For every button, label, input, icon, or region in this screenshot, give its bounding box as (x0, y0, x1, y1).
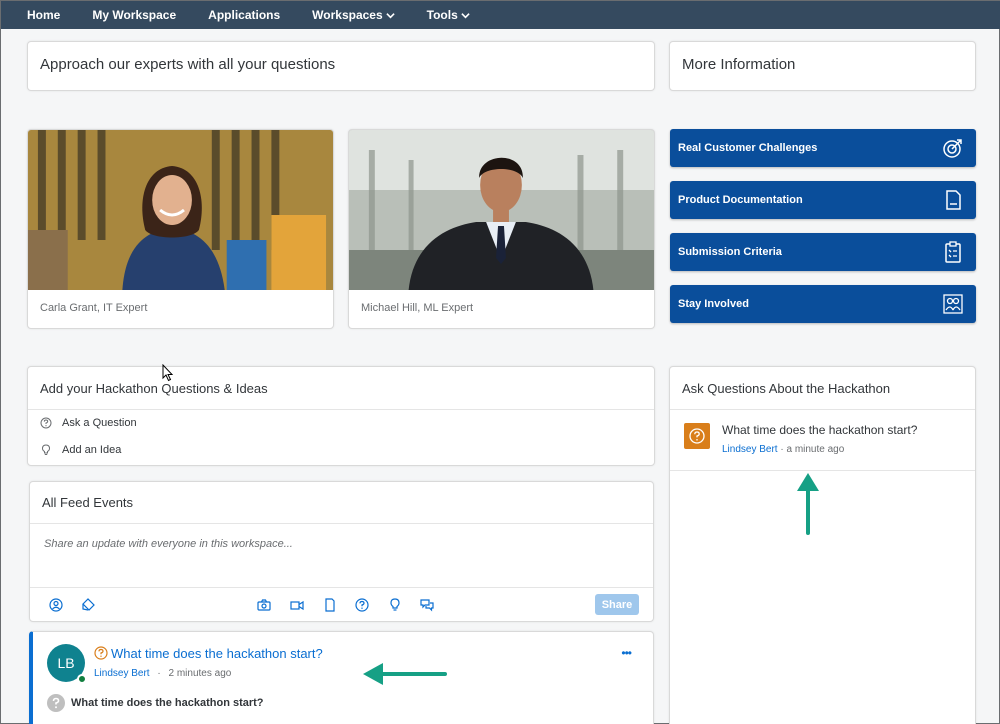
tag-icon[interactable] (81, 598, 95, 612)
link-real-customer-challenges[interactable]: Real Customer Challenges (670, 129, 976, 167)
divider (670, 470, 975, 471)
question-type-badge (684, 423, 710, 449)
questions-ideas-card: Add your Hackathon Questions & Ideas Ask… (27, 366, 655, 466)
expert-caption-carla: Carla Grant, IT Expert (40, 302, 148, 314)
nav-my-workspace-label: My Workspace (92, 8, 177, 22)
expert-caption-michael: Michael Hill, ML Expert (361, 302, 474, 314)
discussion-icon[interactable] (420, 598, 434, 612)
link-label: Submission Criteria (678, 246, 782, 258)
chevron-down-icon (461, 12, 470, 18)
lightbulb-icon[interactable] (388, 598, 402, 612)
document-icon (946, 190, 961, 210)
mouse-cursor-icon (162, 364, 174, 382)
questions-title: Ask Questions About the Hackathon (682, 381, 891, 396)
nav-applications[interactable]: Applications (192, 1, 296, 29)
post-meta: Lindsey Bert · 2 minutes ago (94, 668, 231, 679)
link-label: Product Documentation (678, 194, 803, 206)
annotation-arrow-left-icon (363, 663, 447, 685)
expert-photo-michael (349, 130, 654, 290)
divider (30, 587, 653, 588)
expert-photo-carla (28, 130, 333, 290)
post-time: 2 minutes ago (168, 668, 232, 679)
clipboard-icon (945, 241, 961, 263)
more-info-header-card: More Information (669, 41, 976, 91)
nav-tools[interactable]: Tools (411, 1, 486, 29)
link-label: Stay Involved (678, 298, 749, 310)
expert-card-carla[interactable]: Carla Grant, IT Expert (27, 129, 334, 329)
question-circle-icon[interactable] (355, 598, 369, 612)
feed-events-card: All Feed Events Share an update with eve… (29, 481, 654, 622)
add-idea-action[interactable]: Add an Idea (40, 444, 121, 456)
question-circle-icon (689, 428, 705, 444)
question-list-item[interactable]: What time does the hackathon start? Lind… (670, 410, 975, 470)
experts-header-title: Approach our experts with all your quest… (40, 56, 336, 73)
link-stay-involved[interactable]: Stay Involved (670, 285, 976, 323)
expert-card-michael[interactable]: Michael Hill, ML Expert (348, 129, 655, 329)
ask-question-label: Ask a Question (62, 417, 137, 429)
nav-workspaces-label: Workspaces (312, 8, 383, 22)
ask-question-action[interactable]: Ask a Question (40, 417, 137, 429)
chevron-down-icon (385, 12, 395, 18)
feed-title: All Feed Events (42, 495, 134, 510)
post-separator: · (157, 668, 161, 679)
nav-workspaces[interactable]: Workspaces (296, 1, 410, 29)
top-navigation-bar: Home My Workspace Applications Workspace… (1, 1, 1000, 29)
hackathon-questions-card: Ask Questions About the Hackathon What t… (669, 366, 976, 724)
feed-update-input[interactable]: Share an update with everyone in this wo… (44, 538, 293, 550)
nav-tools-label: Tools (426, 8, 458, 22)
question-filled-icon (47, 694, 65, 712)
annotation-arrow-up-icon (797, 473, 819, 535)
question-author-link[interactable]: Lindsey Bert (722, 444, 778, 455)
question-circle-icon (94, 646, 108, 660)
nav-my-workspace[interactable]: My Workspace (76, 1, 192, 29)
question-circle-icon (40, 417, 52, 429)
link-submission-criteria[interactable]: Submission Criteria (670, 233, 976, 271)
divider (28, 409, 654, 410)
target-icon (943, 139, 962, 158)
add-idea-label: Add an Idea (62, 444, 122, 456)
camera-icon[interactable] (257, 598, 271, 612)
people-icon (943, 294, 963, 314)
feed-post: LB What time does the hackathon start? L… (29, 631, 654, 724)
question-text[interactable]: What time does the hackathon start? (722, 423, 917, 437)
question-time: · a minute ago (780, 444, 845, 455)
nav-home-label: Home (27, 8, 61, 22)
post-author-link[interactable]: Lindsey Bert (94, 668, 150, 679)
divider (30, 523, 653, 524)
nav-applications-label: Applications (208, 8, 281, 22)
experts-header-card: Approach our experts with all your quest… (27, 41, 655, 91)
ideas-title: Add your Hackathon Questions & Ideas (40, 381, 268, 396)
file-icon[interactable] (323, 598, 337, 612)
mention-user-icon[interactable] (49, 598, 63, 612)
video-icon[interactable] (290, 598, 304, 612)
presence-indicator (77, 674, 87, 684)
post-title-link[interactable]: What time does the hackathon start? (111, 646, 323, 661)
question-meta: Lindsey Bert · a minute ago (722, 444, 844, 455)
link-label: Real Customer Challenges (678, 142, 818, 154)
lightbulb-icon (41, 444, 51, 455)
post-body: What time does the hackathon start? (71, 697, 264, 709)
more-options-icon[interactable]: ••• (621, 646, 632, 660)
more-info-title: More Information (682, 56, 796, 73)
share-button[interactable]: Share (595, 594, 639, 615)
nav-home[interactable]: Home (1, 1, 76, 29)
link-product-documentation[interactable]: Product Documentation (670, 181, 976, 219)
